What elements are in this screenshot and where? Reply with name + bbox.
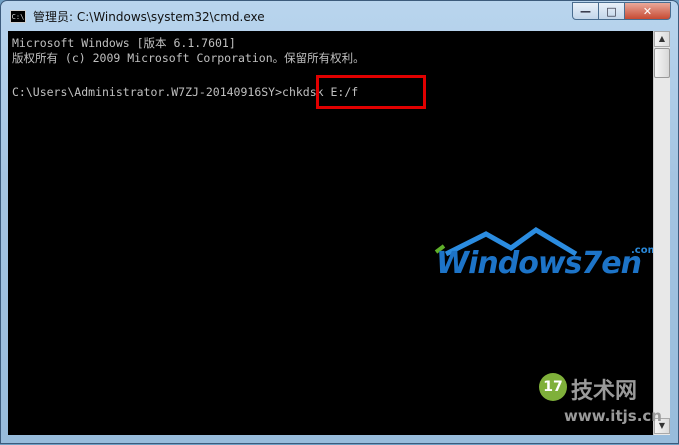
scroll-thumb[interactable] [654, 48, 670, 78]
cmd-window: C:\ 管理员: C:\Windows\system32\cmd.exe — □… [0, 0, 679, 444]
title-bar[interactable]: C:\ 管理员: C:\Windows\system32\cmd.exe — □… [1, 1, 678, 31]
itjs-logo-icon: 17 [539, 373, 567, 401]
itjs-url-text: www.itjs.cn [564, 407, 662, 425]
close-button[interactable]: ✕ [625, 2, 671, 20]
command-highlight-box [316, 75, 426, 109]
itjs-watermark: 17 技术网 www.itjs.cn [529, 365, 679, 445]
console-line-copyright: 版权所有 (c) 2009 Microsoft Corporation。保留所有… [12, 51, 365, 65]
windows7en-watermark: Windows7en .com [426, 226, 653, 281]
windows7en-com: .com [631, 245, 653, 256]
windows7en-text: Windows7en [436, 246, 642, 281]
itjs-cn-text: 技术网 [571, 379, 638, 404]
scroll-up-button[interactable]: ▲ [654, 31, 670, 47]
console-line-version: Microsoft Windows [版本 6.1.7601] [12, 36, 236, 50]
cmd-icon[interactable]: C:\ [10, 10, 26, 23]
maximize-button[interactable]: □ [599, 2, 625, 20]
minimize-button[interactable]: — [572, 2, 599, 20]
window-controls: — □ ✕ [572, 2, 671, 20]
console-line-prompt: C:\Users\Administrator.W7ZJ-20140916SY>c… [12, 85, 359, 99]
window-title: 管理员: C:\Windows\system32\cmd.exe [33, 10, 265, 24]
